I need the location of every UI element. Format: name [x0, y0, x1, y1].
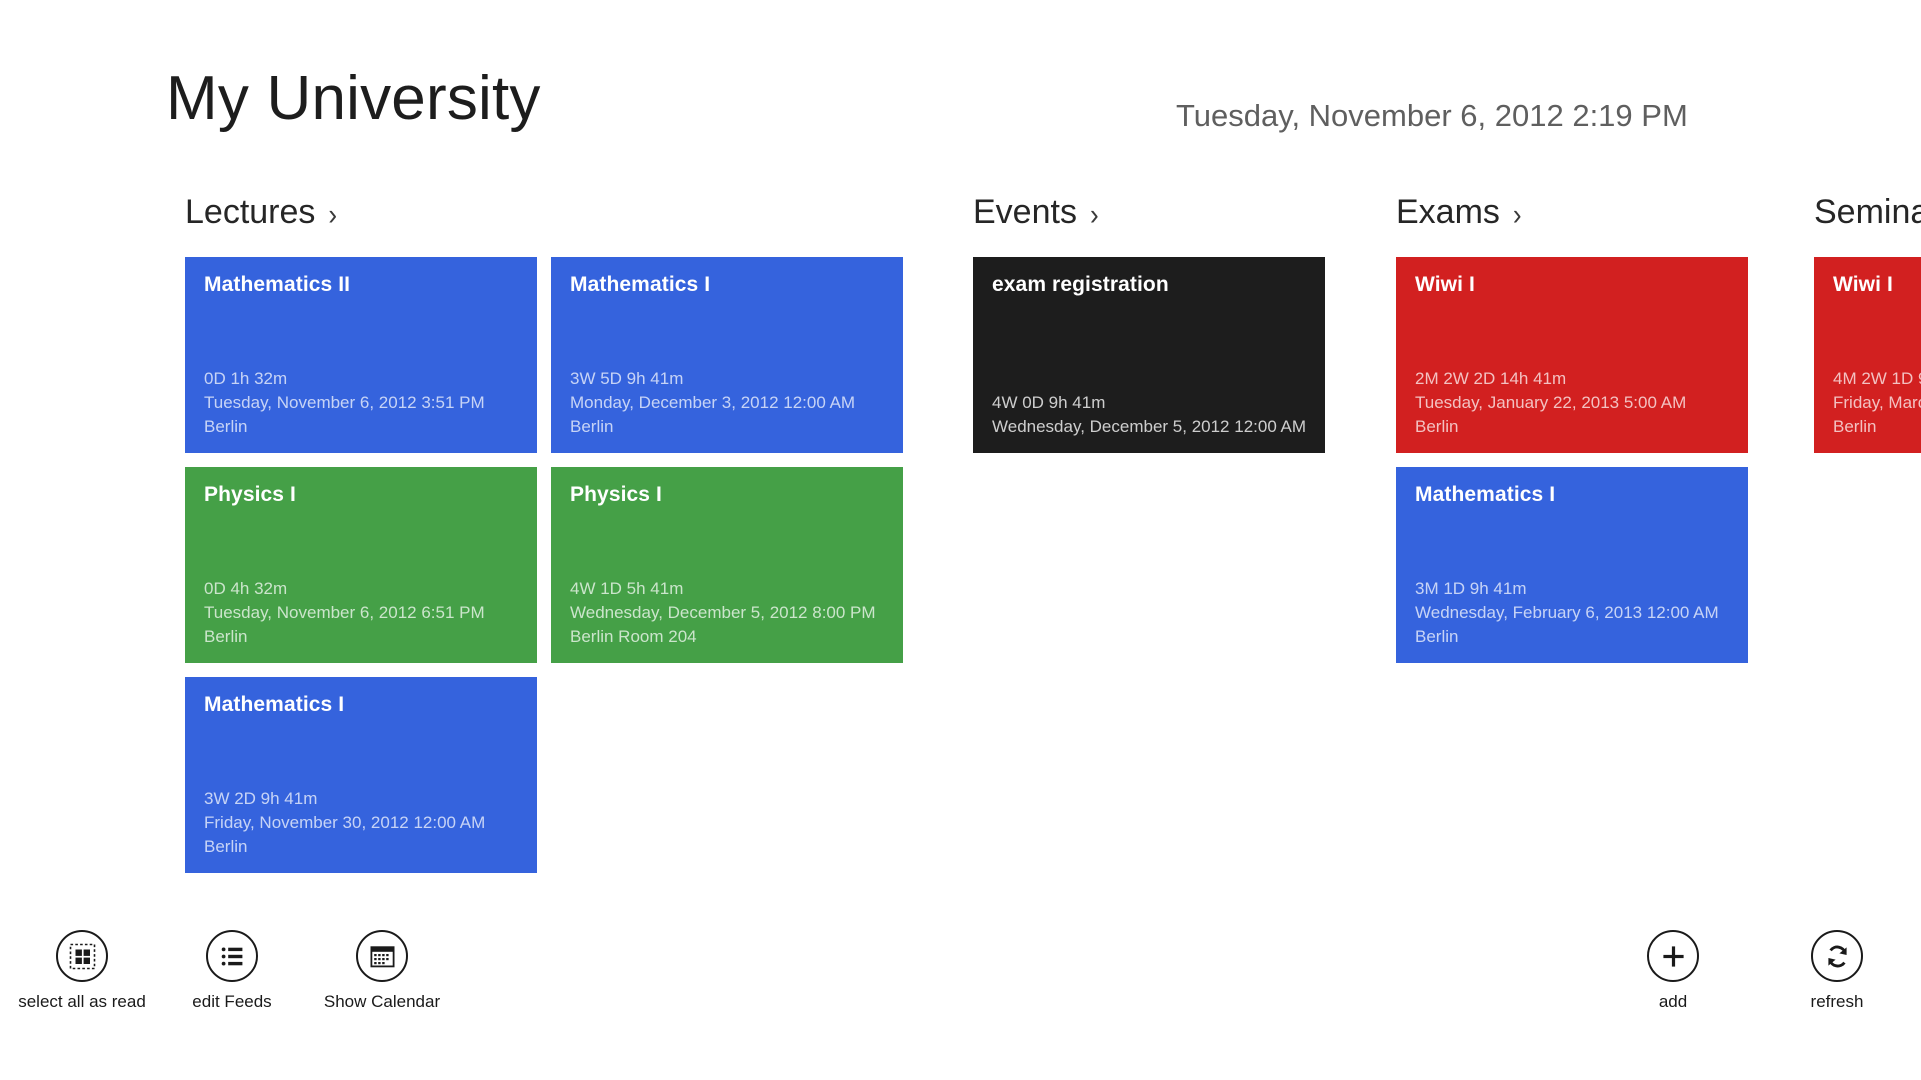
tile-location: Berlin: [204, 416, 248, 436]
tile[interactable]: Wiwi I 2M 2W 2D 14h 41m Tuesday, January…: [1396, 257, 1748, 453]
tile-meta: 2M 2W 2D 14h 41m Tuesday, January 22, 20…: [1415, 367, 1736, 439]
tile-datetime: Friday, November 30, 2012 12:00 AM: [204, 812, 486, 832]
tile-meta: 0D 4h 32m Tuesday, November 6, 2012 6:51…: [204, 577, 525, 649]
page-header: My University Tuesday, November 6, 2012 …: [0, 0, 1921, 170]
tile-location: Berlin: [570, 416, 614, 436]
tile-datetime: Tuesday, November 6, 2012 3:51 PM: [204, 392, 485, 412]
chevron-right-icon: ›: [328, 196, 338, 232]
tile-meta: 4W 1D 5h 41m Wednesday, December 5, 2012…: [570, 577, 891, 649]
tile-title: Physics I: [204, 483, 296, 506]
tile-location: Berlin: [204, 626, 248, 646]
tile[interactable]: Mathematics I 3W 2D 9h 41m Friday, Novem…: [185, 677, 537, 873]
tile[interactable]: Physics I 4W 1D 5h 41m Wednesday, Decemb…: [551, 467, 903, 663]
column-events: Events › exam registration 4W 0D 9h 41m …: [973, 195, 1325, 453]
app-bar-right-group: add refresh: [1621, 930, 1889, 1012]
column-seminars: Seminars › Wiwi I 4M 2W 1D 9h 41m Friday…: [1814, 195, 1921, 453]
column-title: Events: [973, 193, 1077, 231]
tile[interactable]: Wiwi I 4M 2W 1D 9h 41m Friday, March 22,…: [1814, 257, 1921, 453]
tile-meta: 3W 2D 9h 41m Friday, November 30, 2012 1…: [204, 787, 525, 859]
column-title: Lectures: [185, 193, 316, 231]
column-title: Exams: [1396, 193, 1500, 231]
tile-countdown: 4W 1D 5h 41m: [570, 578, 684, 598]
add-button[interactable]: add: [1621, 930, 1725, 1012]
column-header-lectures[interactable]: Lectures ›: [185, 195, 905, 241]
command-label: add: [1658, 992, 1688, 1011]
command-label: Show Calendar: [323, 992, 441, 1011]
tile-countdown: 4M 2W 1D 9h 41m: [1833, 368, 1921, 388]
columns-container: Lectures › Mathematics II 0D 1h 32m Tues…: [0, 195, 1921, 935]
command-label: select all as read: [18, 992, 146, 1011]
tile-title: Mathematics I: [570, 273, 711, 296]
refresh-icon: [1811, 930, 1863, 982]
tile[interactable]: Mathematics II 0D 1h 32m Tuesday, Novemb…: [185, 257, 537, 453]
tile-countdown: 0D 4h 32m: [204, 578, 288, 598]
tile-title: Mathematics II: [204, 273, 351, 296]
tile-grid-events: exam registration 4W 0D 9h 41m Wednesday…: [973, 257, 1325, 453]
tile-datetime: Friday, March 22, 2013 12:00 AM: [1833, 392, 1921, 412]
tile-datetime: Monday, December 3, 2012 12:00 AM: [570, 392, 856, 412]
select-all-icon: [56, 930, 108, 982]
tile[interactable]: Mathematics I 3W 5D 9h 41m Monday, Decem…: [551, 257, 903, 453]
column-header-exams[interactable]: Exams ›: [1396, 195, 1748, 241]
chevron-right-icon: ›: [1512, 196, 1522, 232]
tile-datetime: Tuesday, November 6, 2012 6:51 PM: [204, 602, 485, 622]
tile-location: Berlin: [1833, 416, 1877, 436]
tile-grid-lectures: Mathematics II 0D 1h 32m Tuesday, Novemb…: [185, 257, 905, 873]
tile-datetime: Wednesday, December 5, 2012 12:00 AM: [992, 416, 1307, 436]
column-lectures: Lectures › Mathematics II 0D 1h 32m Tues…: [185, 195, 905, 873]
show-calendar-button[interactable]: Show Calendar: [324, 930, 440, 1012]
command-label: refresh: [1810, 992, 1864, 1011]
tile-location: Berlin: [1415, 626, 1459, 646]
tile[interactable]: exam registration 4W 0D 9h 41m Wednesday…: [973, 257, 1325, 453]
tile-grid-seminars: Wiwi I 4M 2W 1D 9h 41m Friday, March 22,…: [1814, 257, 1921, 453]
app-bar: select all as read edit Feeds Show Calen…: [0, 920, 1921, 1080]
current-datetime: Tuesday, November 6, 2012 2:19 PM: [1176, 98, 1688, 133]
chevron-right-icon: ›: [1089, 196, 1099, 232]
tile-title: Mathematics I: [1415, 483, 1556, 506]
tile[interactable]: Mathematics I 3M 1D 9h 41m Wednesday, Fe…: [1396, 467, 1748, 663]
tile-countdown: 3W 5D 9h 41m: [570, 368, 684, 388]
tile-meta: 4M 2W 1D 9h 41m Friday, March 22, 2013 1…: [1833, 367, 1921, 439]
tile-title: Physics I: [570, 483, 662, 506]
tile-title: Wiwi I: [1415, 273, 1475, 296]
refresh-button[interactable]: refresh: [1785, 930, 1889, 1012]
calendar-icon: [356, 930, 408, 982]
tile[interactable]: Physics I 0D 4h 32m Tuesday, November 6,…: [185, 467, 537, 663]
tile-datetime: Wednesday, December 5, 2012 8:00 PM: [570, 602, 876, 622]
tile-datetime: Wednesday, February 6, 2013 12:00 AM: [1415, 602, 1719, 622]
tile-location: Berlin: [204, 836, 248, 856]
tile-countdown: 4W 0D 9h 41m: [992, 392, 1106, 412]
tile-meta: 3M 1D 9h 41m Wednesday, February 6, 2013…: [1415, 577, 1736, 649]
column-title: Seminars: [1814, 193, 1921, 231]
tile-countdown: 3W 2D 9h 41m: [204, 788, 318, 808]
tile-meta: 0D 1h 32m Tuesday, November 6, 2012 3:51…: [204, 367, 525, 439]
tile-meta: 4W 0D 9h 41m Wednesday, December 5, 2012…: [992, 391, 1313, 439]
tile-datetime: Tuesday, January 22, 2013 5:00 AM: [1415, 392, 1687, 412]
tile-countdown: 0D 1h 32m: [204, 368, 288, 388]
command-label: edit Feeds: [192, 992, 272, 1011]
page-title: My University: [166, 64, 541, 133]
tile-title: Mathematics I: [204, 693, 345, 716]
tile-title: exam registration: [992, 273, 1169, 296]
tile-countdown: 2M 2W 2D 14h 41m: [1415, 368, 1567, 388]
column-header-seminars[interactable]: Seminars ›: [1814, 195, 1921, 241]
edit-feeds-button[interactable]: edit Feeds: [180, 930, 284, 1012]
app-bar-left-group: select all as read edit Feeds Show Calen…: [18, 930, 440, 1012]
tile-location: Berlin Room 204: [570, 626, 697, 646]
tile-meta: 3W 5D 9h 41m Monday, December 3, 2012 12…: [570, 367, 891, 439]
list-icon: [206, 930, 258, 982]
app-root: My University Tuesday, November 6, 2012 …: [0, 0, 1921, 1080]
tile-location: Berlin: [1415, 416, 1459, 436]
tile-countdown: 3M 1D 9h 41m: [1415, 578, 1527, 598]
select-all-as-read-button[interactable]: select all as read: [18, 930, 146, 1012]
plus-icon: [1647, 930, 1699, 982]
column-exams: Exams › Wiwi I 2M 2W 2D 14h 41m Tuesday,…: [1396, 195, 1748, 663]
tile-grid-exams: Wiwi I 2M 2W 2D 14h 41m Tuesday, January…: [1396, 257, 1748, 663]
column-header-events[interactable]: Events ›: [973, 195, 1325, 241]
tile-title: Wiwi I: [1833, 273, 1893, 296]
